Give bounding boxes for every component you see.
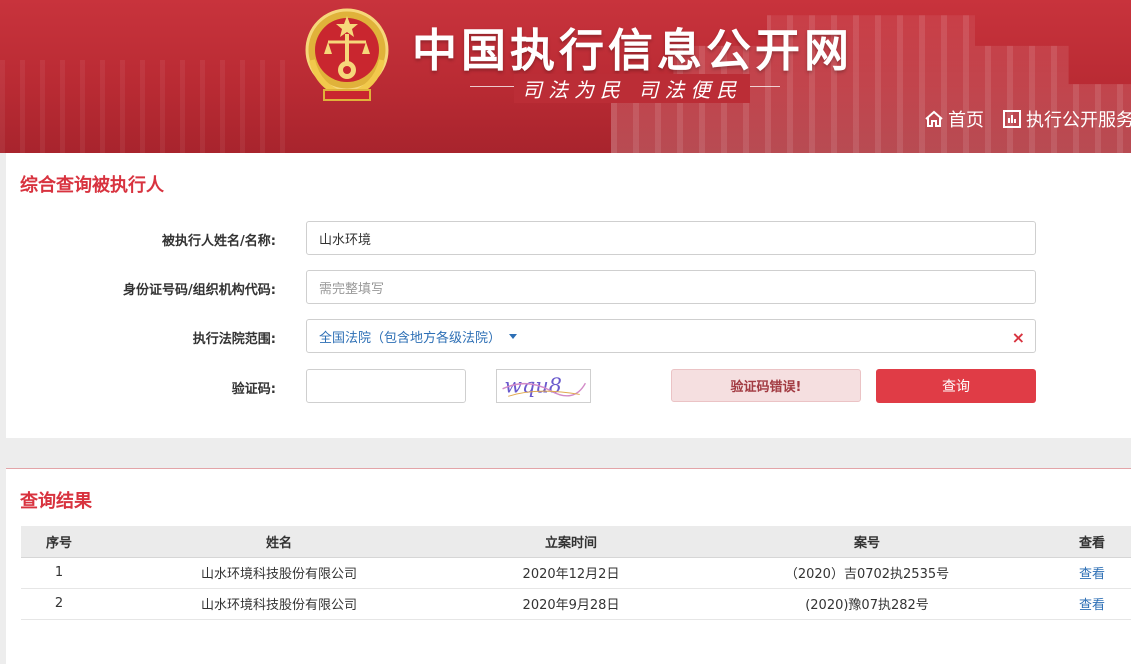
site-slogan: 司法为民 司法便民 [514, 74, 751, 103]
site-title: 中国执行信息公开网 [412, 24, 854, 77]
nav-home[interactable]: 首页 [924, 106, 984, 132]
column-header-view: 查看 [1053, 526, 1131, 558]
home-icon [925, 110, 943, 127]
nav-execution-service-label: 执行公开服务 [1026, 110, 1131, 131]
court-select-value: 全国法院（包含地方各级法院） [319, 330, 502, 346]
table-row: 2 山水环境科技股份有限公司 2020年9月28日 (2020)豫07执282号… [21, 588, 1131, 620]
row-case-no: （2020）吉0702执2535号 [681, 557, 1053, 589]
row-case-no: (2020)豫07执282号 [681, 588, 1053, 620]
chevron-down-icon [509, 333, 518, 339]
search-panel: 综合查询被执行人 被执行人姓名/名称: 山水环境 身份证号码/组织机构代码: 需… [6, 153, 1131, 438]
name-label: 被执行人姓名/名称: [162, 234, 276, 249]
column-header-date: 立案时间 [461, 526, 681, 558]
row-view-link[interactable]: 查看 [1053, 557, 1131, 589]
top-nav: 首页 执行公开服务 [924, 105, 1131, 133]
nav-home-label: 首页 [948, 110, 984, 131]
name-input[interactable]: 山水环境 [306, 221, 1036, 255]
results-panel-title: 查询结果 [20, 491, 92, 512]
id-input[interactable]: 需完整填写 [306, 270, 1036, 304]
row-date: 2020年12月2日 [461, 557, 681, 589]
row-seq: 2 [21, 588, 97, 620]
site-header: 中国执行信息公开网 司法为民 司法便民 首页 执行公开服务 [0, 0, 1131, 153]
captcha-input[interactable] [306, 369, 466, 403]
nav-execution-service[interactable]: 执行公开服务 [1002, 106, 1131, 132]
chart-icon [1003, 110, 1021, 128]
row-date: 2020年9月28日 [461, 588, 681, 620]
captcha-image[interactable]: wqu8 [496, 369, 591, 403]
table-row: 1 山水环境科技股份有限公司 2020年12月2日 （2020）吉0702执25… [21, 557, 1131, 589]
clear-icon[interactable]: × [1012, 328, 1025, 347]
captcha-error-message: 验证码错误! [671, 369, 861, 402]
court-emblem-icon [305, 8, 389, 101]
query-button[interactable]: 查询 [876, 369, 1036, 403]
column-header-seq: 序号 [21, 526, 97, 558]
id-label: 身份证号码/组织机构代码: [123, 283, 276, 298]
row-view-link[interactable]: 查看 [1053, 588, 1131, 620]
row-name: 山水环境科技股份有限公司 [97, 588, 461, 620]
column-header-name: 姓名 [97, 526, 461, 558]
row-name: 山水环境科技股份有限公司 [97, 557, 461, 589]
results-panel: 查询结果 序号 姓名 立案时间 案号 查看 1 山水环境科技股份有限公司 202… [6, 468, 1131, 664]
results-table: 序号 姓名 立案时间 案号 查看 1 山水环境科技股份有限公司 2020年12月… [21, 526, 1131, 620]
table-header-row: 序号 姓名 立案时间 案号 查看 [21, 526, 1131, 558]
court-label: 执行法院范围: [192, 332, 276, 347]
court-select[interactable]: 全国法院（包含地方各级法院） × [306, 319, 1036, 353]
row-seq: 1 [21, 557, 97, 589]
header-background-left [0, 60, 300, 153]
search-panel-title: 综合查询被执行人 [20, 175, 164, 196]
captcha-label: 验证码: [231, 382, 276, 397]
column-header-case-no: 案号 [681, 526, 1053, 558]
